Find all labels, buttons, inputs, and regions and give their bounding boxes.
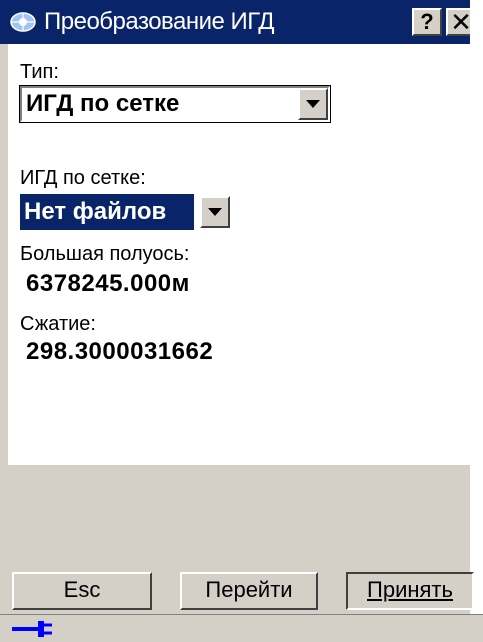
flattening-label: Сжатие: [20, 313, 96, 335]
accept-button-label: Принять [367, 577, 453, 602]
grid-file-dropdown[interactable]: Нет файлов [20, 194, 230, 230]
type-dropdown-button[interactable] [298, 88, 328, 120]
button-bar: Esc Перейти Принять [0, 572, 483, 610]
grid-label: ИГД по сетке: [20, 167, 146, 189]
esc-button[interactable]: Esc [12, 572, 152, 610]
plug-icon [12, 621, 52, 637]
type-dropdown-value: ИГД по сетке [26, 90, 180, 117]
grid-file-dropdown-value: Нет файлов [20, 194, 194, 230]
form-panel: Тип: ИГД по сетке ИГД по сетке: Нет файл… [8, 44, 483, 465]
go-button[interactable]: Перейти [180, 572, 318, 610]
flattening-value: 298.3000031662 [26, 338, 214, 365]
app-icon [10, 12, 36, 32]
chevron-down-icon [306, 100, 320, 108]
type-label: Тип: [20, 61, 59, 83]
semi-major-axis-label: Большая полуось: [20, 243, 190, 265]
status-bar [0, 614, 483, 642]
semi-major-axis-value: 6378245.000м [26, 270, 190, 297]
window-title: Преобразование ИГД [44, 8, 274, 35]
accept-button[interactable]: Принять [346, 572, 474, 610]
dialog-window: Преобразование ИГД ? ✕ Тип: ИГД по сетке… [0, 0, 483, 642]
window-right-edge [470, 0, 483, 642]
type-dropdown[interactable]: ИГД по сетке [19, 85, 331, 123]
title-bar: Преобразование ИГД ? ✕ [0, 0, 483, 44]
grid-file-dropdown-button[interactable] [200, 196, 230, 228]
help-button[interactable]: ? [412, 8, 442, 36]
chevron-down-icon [208, 208, 222, 216]
